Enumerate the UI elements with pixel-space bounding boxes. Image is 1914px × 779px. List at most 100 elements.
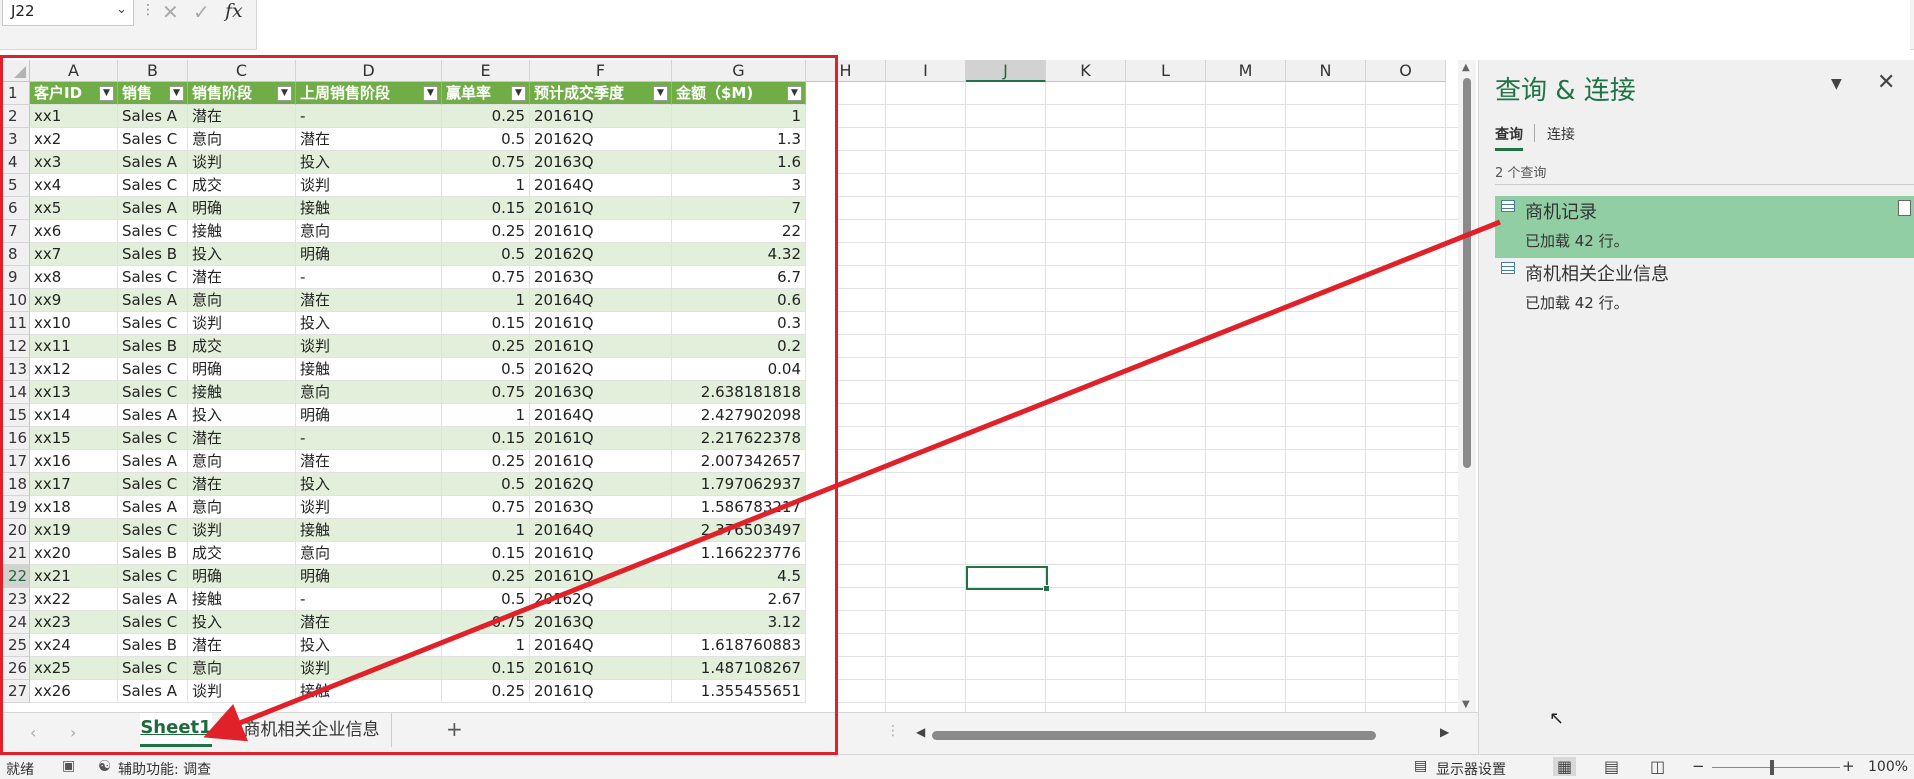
table-cell[interactable]: xx7 <box>30 243 118 266</box>
column-header-h[interactable]: H <box>806 60 886 82</box>
table-cell[interactable]: 潜在 <box>188 634 296 657</box>
table-cell[interactable]: 1.166223776 <box>672 542 806 565</box>
table-cell[interactable]: 1.355455651 <box>672 680 806 703</box>
row-header-26[interactable]: 26 <box>0 657 30 680</box>
table-cell[interactable]: 0.25 <box>442 335 530 358</box>
table-cell[interactable]: 1 <box>672 105 806 128</box>
row-header-24[interactable]: 24 <box>0 611 30 634</box>
table-cell[interactable]: 0.25 <box>442 450 530 473</box>
table-cell[interactable]: 1 <box>442 634 530 657</box>
table-cell[interactable]: - <box>296 427 442 450</box>
table-cell[interactable]: 20163Q <box>530 496 672 519</box>
row-header-25[interactable]: 25 <box>0 634 30 657</box>
filter-dropdown-icon[interactable]: ▼ <box>511 86 526 101</box>
row-header-11[interactable]: 11 <box>0 312 30 335</box>
table-cell[interactable]: Sales A <box>118 105 188 128</box>
table-cell[interactable]: 1 <box>442 519 530 542</box>
table-cell[interactable]: 1 <box>442 404 530 427</box>
scroll-right-icon[interactable]: ▶ <box>1440 725 1449 739</box>
table-cell[interactable]: xx21 <box>30 565 118 588</box>
table-cell[interactable]: 20164Q <box>530 289 672 312</box>
table-cell[interactable]: 1 <box>442 174 530 197</box>
row-header-9[interactable]: 9 <box>0 266 30 289</box>
table-cell[interactable]: 20162Q <box>530 358 672 381</box>
table-cell[interactable]: 4.32 <box>672 243 806 266</box>
table-cell[interactable]: 0.6 <box>672 289 806 312</box>
column-header-c[interactable]: C <box>188 60 296 82</box>
row-header-14[interactable]: 14 <box>0 381 30 404</box>
table-cell[interactable]: 20161Q <box>530 197 672 220</box>
prev-sheet-icon[interactable]: ‹ <box>30 723 36 742</box>
table-cell[interactable]: 22 <box>672 220 806 243</box>
scroll-up-icon[interactable]: ▲ <box>1462 62 1470 73</box>
row-header-16[interactable]: 16 <box>0 427 30 450</box>
row-header-18[interactable]: 18 <box>0 473 30 496</box>
table-cell[interactable]: 投入 <box>188 404 296 427</box>
table-cell[interactable]: 1.487108267 <box>672 657 806 680</box>
table-cell[interactable]: 20161Q <box>530 105 672 128</box>
tab-company-info[interactable]: 商机相关企业信息 <box>232 713 392 747</box>
table-cell[interactable]: 谈判 <box>296 335 442 358</box>
table-cell[interactable]: Sales C <box>118 565 188 588</box>
table-header-cell[interactable]: 销售 ▼ <box>118 82 188 105</box>
insert-function-button[interactable]: fx <box>225 0 243 22</box>
table-cell[interactable]: Sales C <box>118 473 188 496</box>
table-cell[interactable]: 20161Q <box>530 565 672 588</box>
table-cell[interactable]: 谈判 <box>188 312 296 335</box>
table-cell[interactable]: 明确 <box>296 565 442 588</box>
table-cell[interactable]: 谈判 <box>296 657 442 680</box>
zoom-in-button[interactable]: + <box>1842 757 1855 775</box>
table-cell[interactable]: 意向 <box>188 289 296 312</box>
table-cell[interactable]: Sales B <box>118 335 188 358</box>
accessibility-status[interactable]: 辅助功能: 调查 <box>118 759 211 779</box>
column-header-o[interactable]: O <box>1366 60 1446 82</box>
table-cell[interactable]: 20161Q <box>530 450 672 473</box>
table-cell[interactable]: 0.75 <box>442 381 530 404</box>
row-header-19[interactable]: 19 <box>0 496 30 519</box>
table-cell[interactable]: 20163Q <box>530 266 672 289</box>
table-header-cell[interactable]: 销售阶段 ▼ <box>188 82 296 105</box>
table-cell[interactable]: 6.7 <box>672 266 806 289</box>
tab-sheet1[interactable]: Sheet1 <box>140 713 212 747</box>
table-cell[interactable]: 20161Q <box>530 220 672 243</box>
table-cell[interactable]: 0.15 <box>442 197 530 220</box>
table-cell[interactable]: 20163Q <box>530 611 672 634</box>
vertical-scrollbar[interactable]: ▲ ▼ <box>1458 60 1476 712</box>
table-cell[interactable]: - <box>296 266 442 289</box>
zoom-slider[interactable] <box>1712 767 1840 768</box>
table-cell[interactable]: Sales B <box>118 634 188 657</box>
table-cell[interactable]: 0.15 <box>442 427 530 450</box>
column-header-i[interactable]: I <box>886 60 966 82</box>
table-cell[interactable]: 20164Q <box>530 634 672 657</box>
table-cell[interactable]: Sales C <box>118 657 188 680</box>
query-item[interactable]: 商机记录 已加载 42 行。 <box>1495 196 1914 258</box>
table-cell[interactable]: 20162Q <box>530 473 672 496</box>
add-sheet-button[interactable]: + <box>446 717 463 741</box>
macro-record-icon[interactable]: ▣ <box>62 758 75 774</box>
column-header-j[interactable]: J <box>966 60 1046 82</box>
column-header-n[interactable]: N <box>1286 60 1366 82</box>
table-cell[interactable]: xx11 <box>30 335 118 358</box>
table-cell[interactable]: xx3 <box>30 151 118 174</box>
table-cell[interactable]: 0.15 <box>442 657 530 680</box>
table-cell[interactable]: 谈判 <box>188 519 296 542</box>
table-cell[interactable]: 0.15 <box>442 312 530 335</box>
table-cell[interactable]: xx1 <box>30 105 118 128</box>
name-box[interactable]: J22 ⌄ <box>2 0 134 26</box>
scroll-down-icon[interactable]: ▼ <box>1462 699 1470 710</box>
table-cell[interactable]: 0.2 <box>672 335 806 358</box>
column-header-k[interactable]: K <box>1046 60 1126 82</box>
tab-connections[interactable]: 连接 <box>1547 124 1575 144</box>
table-cell[interactable]: 潜在 <box>296 289 442 312</box>
column-header-l[interactable]: L <box>1126 60 1206 82</box>
chevron-down-icon[interactable]: ⌄ <box>116 2 127 17</box>
table-cell[interactable]: 意向 <box>188 450 296 473</box>
table-cell[interactable]: xx4 <box>30 174 118 197</box>
table-cell[interactable]: 投入 <box>296 634 442 657</box>
table-cell[interactable]: Sales A <box>118 496 188 519</box>
table-cell[interactable]: 投入 <box>296 151 442 174</box>
table-header-cell[interactable]: 上周销售阶段 ▼ <box>296 82 442 105</box>
table-cell[interactable]: 0.5 <box>442 243 530 266</box>
column-header-d[interactable]: D <box>296 60 442 82</box>
edit-query-icon[interactable] <box>1898 200 1911 216</box>
